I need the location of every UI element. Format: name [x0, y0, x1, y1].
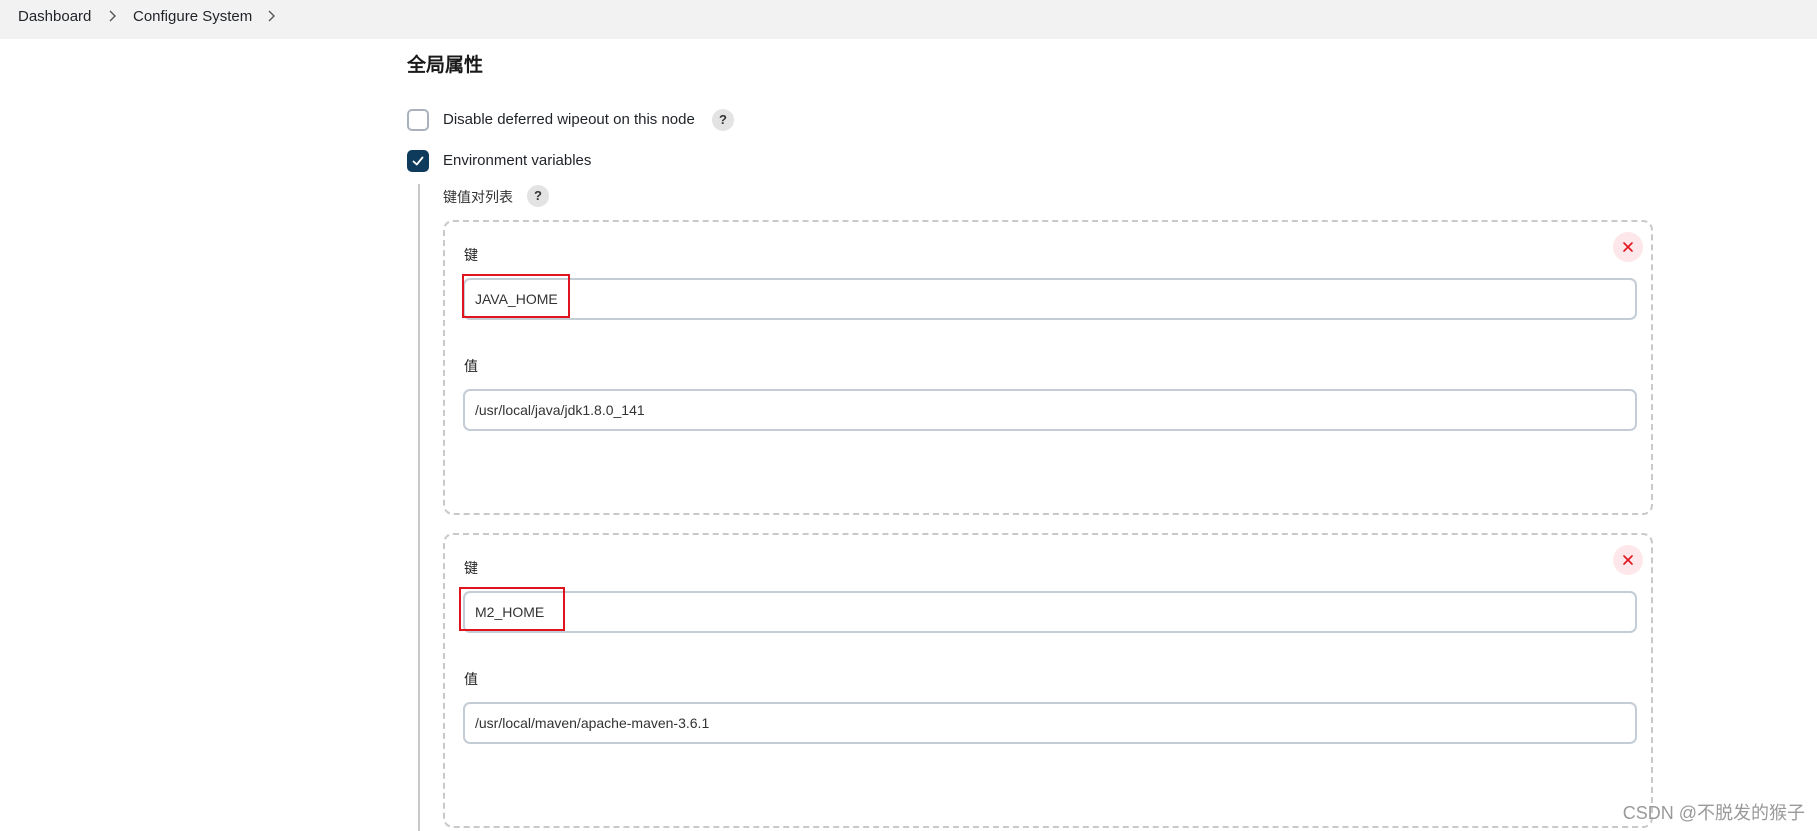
disable-wipeout-checkbox[interactable] [407, 109, 429, 131]
remove-entry-button[interactable] [1613, 545, 1643, 575]
value-input[interactable]: /usr/local/java/jdk1.8.0_141 [463, 389, 1637, 431]
value-label: 值 [464, 671, 478, 687]
key-value-list-title: 键值对列表 [443, 189, 513, 205]
chevron-right-icon [105, 9, 119, 23]
nested-indent-line [418, 184, 420, 831]
env-vars-label[interactable]: Environment variables [443, 152, 591, 169]
help-icon[interactable]: ? [527, 185, 549, 207]
remove-entry-button[interactable] [1613, 232, 1643, 262]
check-icon [412, 156, 424, 166]
key-input[interactable]: M2_HOME [463, 591, 1637, 633]
key-label: 键 [464, 560, 478, 576]
env-entry: 键 M2_HOME 值 /usr/local/maven/apache-mave… [443, 533, 1653, 828]
value-label: 值 [464, 358, 478, 374]
breadcrumb: Dashboard Configure System [0, 0, 1817, 39]
key-label: 键 [464, 247, 478, 263]
watermark: CSDN @不脱发的猴子 [1622, 803, 1805, 823]
disable-wipeout-label[interactable]: Disable deferred wipeout on this node [443, 111, 695, 128]
section-title: 全局属性 [407, 55, 484, 76]
breadcrumb-configure-system[interactable]: Configure System [133, 8, 252, 25]
close-icon [1623, 555, 1633, 565]
key-input[interactable]: JAVA_HOME [463, 278, 1637, 320]
env-entry: 键 JAVA_HOME 值 /usr/local/java/jdk1.8.0_1… [443, 220, 1653, 515]
value-input[interactable]: /usr/local/maven/apache-maven-3.6.1 [463, 702, 1637, 744]
chevron-right-icon[interactable] [264, 9, 278, 23]
help-icon[interactable]: ? [712, 109, 734, 131]
breadcrumb-dashboard[interactable]: Dashboard [18, 8, 91, 25]
env-vars-checkbox[interactable] [407, 150, 429, 172]
close-icon [1623, 242, 1633, 252]
